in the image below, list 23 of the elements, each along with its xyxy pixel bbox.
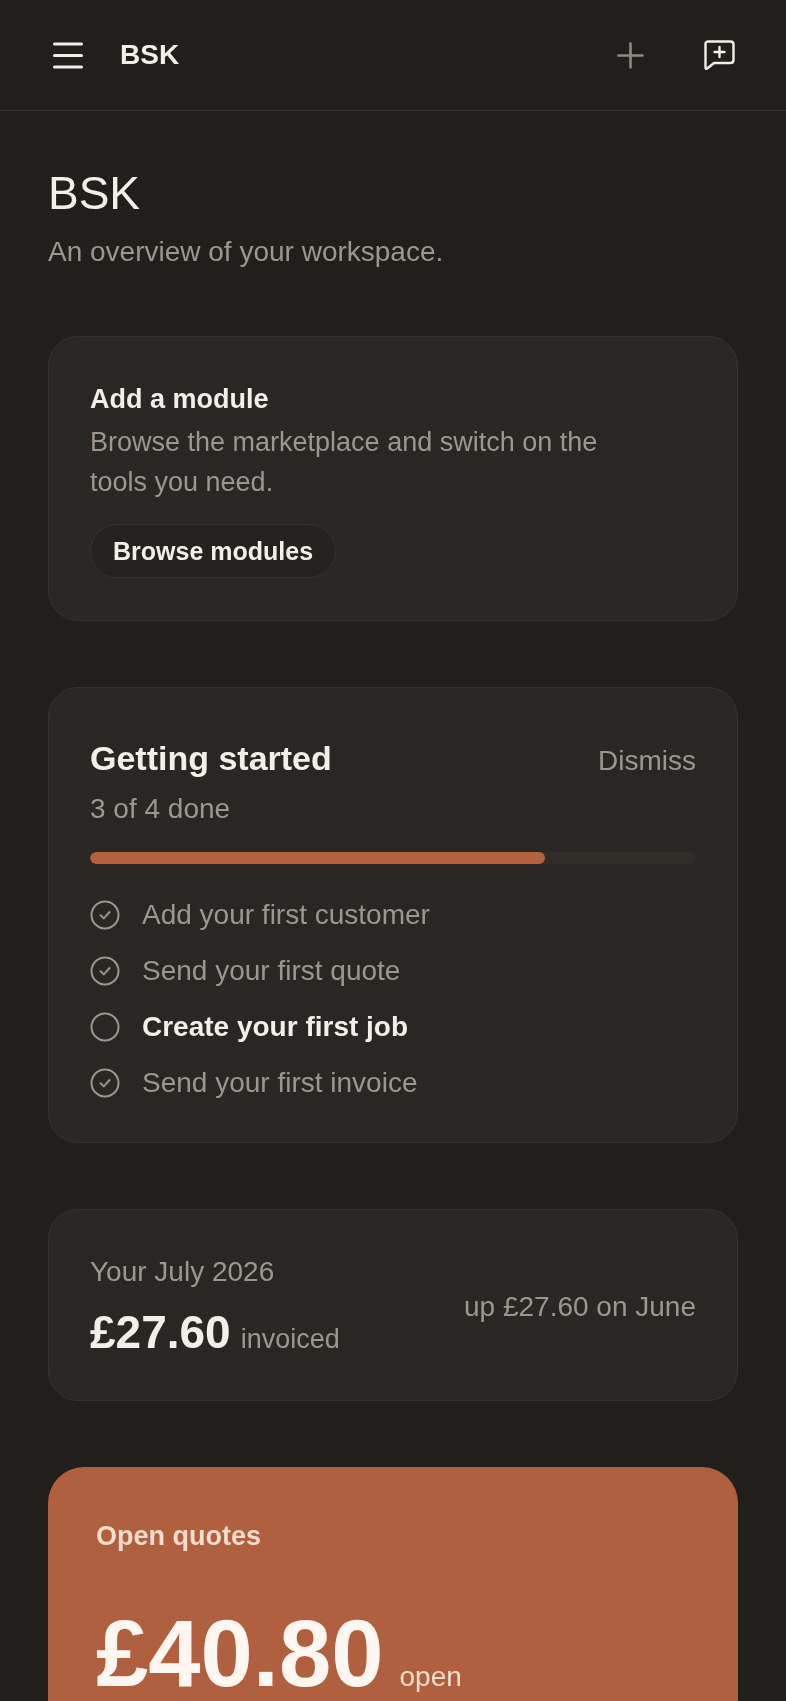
card-title: Getting started — [90, 738, 332, 779]
dismiss-button[interactable]: Dismiss — [598, 743, 696, 779]
plus-icon[interactable] — [617, 41, 644, 69]
comparison-text: up £27.60 on June — [464, 1290, 696, 1324]
card-description: Browse the marketplace and switch on the tools you need. — [90, 426, 599, 499]
card-title: Open quotes — [96, 1520, 262, 1553]
browse-modules-button[interactable]: Browse modules — [90, 524, 337, 578]
amount-caption: open — [399, 1660, 462, 1694]
open-quotes-amount: £40.80 — [96, 1604, 384, 1701]
period-label: Your July 2026 — [90, 1255, 276, 1289]
task-label: Send your first quote — [142, 954, 401, 988]
page-subtitle: An overview of your workspace. — [48, 235, 445, 269]
menu-icon[interactable] — [53, 41, 83, 69]
chat-plus-icon[interactable] — [704, 40, 735, 70]
card-title: Add a module — [90, 383, 270, 416]
progress-text: 3 of 4 done — [90, 792, 232, 826]
invoiced-amount: £27.60 — [90, 1306, 231, 1358]
workspace-title: BSK — [120, 38, 180, 72]
task-label: Create your first job — [142, 1010, 409, 1044]
task-label: Add your first customer — [142, 898, 430, 932]
task-label: Send your first invoice — [142, 1066, 418, 1100]
page-title: BSK — [48, 167, 142, 219]
amount-caption: invoiced — [240, 1323, 340, 1356]
